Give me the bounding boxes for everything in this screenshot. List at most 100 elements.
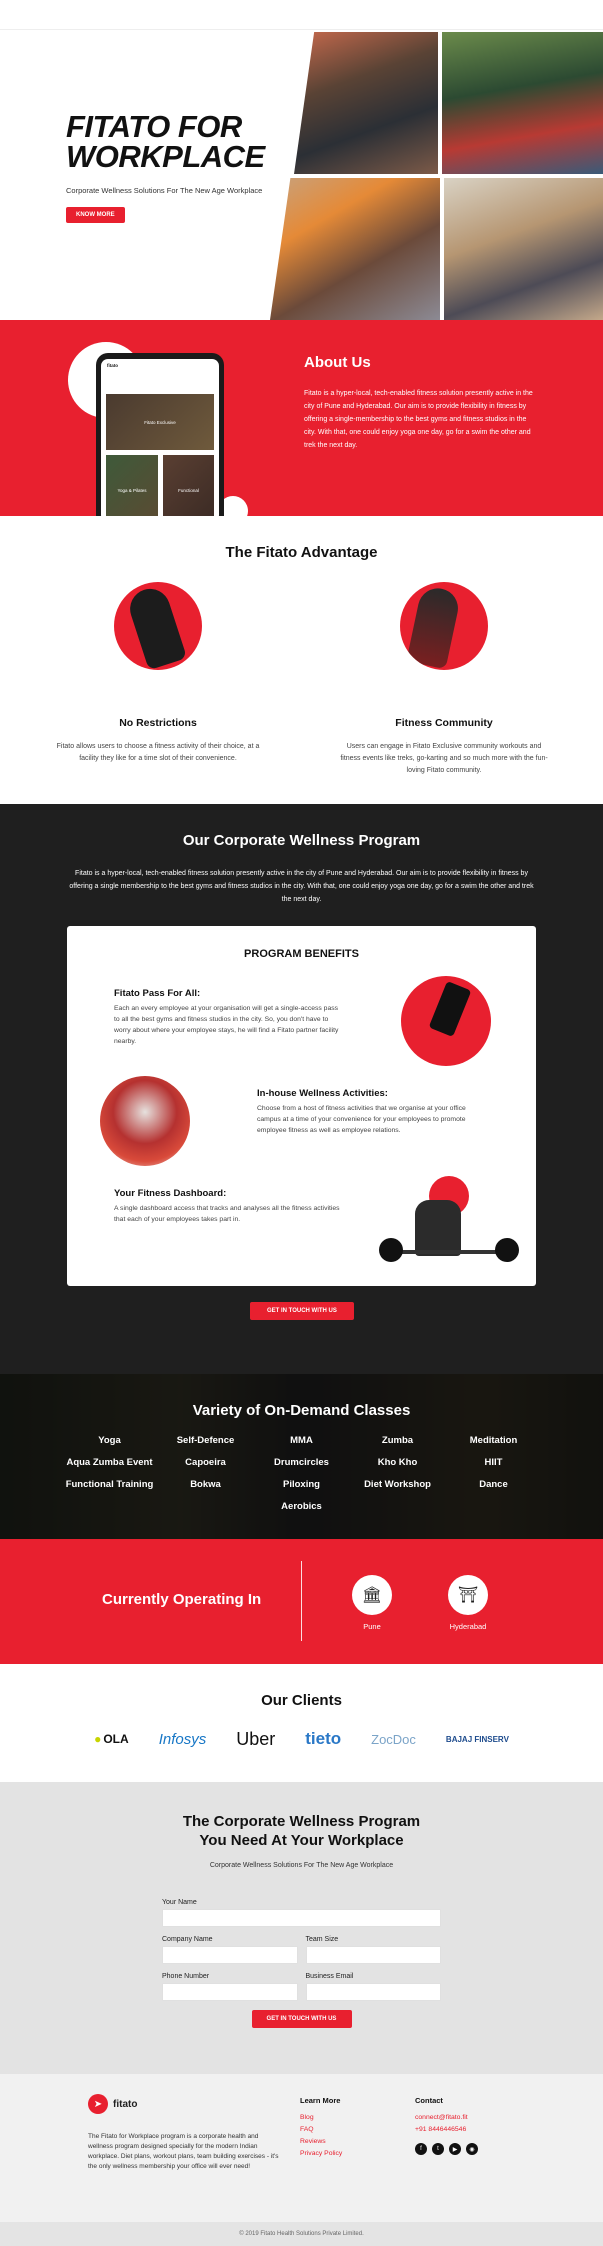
social-links: f t ▶ ◉ — [415, 2143, 478, 2155]
hero-photo-outdoor-workout — [442, 32, 603, 174]
footer-brand[interactable]: ➤ fitato — [88, 2094, 137, 2114]
email-input[interactable] — [305, 1983, 441, 2001]
class-item: Zumba — [381, 1435, 414, 1446]
class-item: Bokwa — [190, 1479, 221, 1490]
phone-card: Fitato Exclusive — [106, 394, 214, 450]
hero-photo-partner-stretch — [270, 178, 440, 320]
classes-title: Variety of On-Demand Classes — [192, 1402, 411, 1419]
class-item: Drumcircles — [274, 1457, 329, 1468]
reviews-link[interactable]: Reviews — [300, 2138, 342, 2145]
benefit-title: Your Fitness Dashboard: — [114, 1188, 227, 1199]
phone-card: Yoga & Pilates — [106, 455, 158, 516]
youtube-icon[interactable]: ▶ — [449, 2143, 461, 2155]
ola-logo: OLA — [94, 1732, 128, 1746]
advantage-item-title: No Restrictions — [119, 717, 197, 729]
class-item: Meditation — [469, 1435, 518, 1446]
team-size-input[interactable] — [305, 1946, 441, 1964]
class-item: Piloxing — [283, 1479, 320, 1490]
benefit-desc: Each an every employee at your organisat… — [114, 1005, 339, 1045]
program-title: Our Corporate Wellness Program — [182, 832, 421, 849]
facebook-icon[interactable]: f — [415, 2143, 427, 2155]
copyright: © 2019 Fitato Health Solutions Private L… — [0, 2222, 603, 2246]
class-item — [62, 1501, 158, 1512]
tieto-logo: tieto — [305, 1729, 342, 1748]
know-more-button[interactable]: KNOW MORE — [66, 207, 125, 223]
phone-mockup: fitato Fitato Exclusive Yoga & Pilates F… — [96, 353, 224, 516]
class-item: Dance — [479, 1479, 508, 1490]
bajaj-finserv-logo: BAJAJ FINSERV — [445, 1734, 509, 1744]
phone-card: Functional — [163, 455, 214, 516]
hero-title: FITATO FOR WORKPLACE — [66, 109, 265, 174]
hero-content: FITATO FOR WORKPLACE Corporate Wellness … — [66, 109, 296, 223]
class-list: Yoga Self-Defence MMA Zumba Meditation A… — [62, 1435, 542, 1512]
instagram-icon[interactable]: ◉ — [466, 2143, 478, 2155]
zocdoc-logo: ZocDoc — [371, 1731, 416, 1747]
operating-section: Currently Operating In 🏛 Pune ⛩ Hyderaba… — [0, 1539, 603, 1664]
phone-label: Phone Number — [162, 1973, 210, 1980]
class-item: Functional Training — [65, 1479, 154, 1490]
group-activity-image — [100, 1076, 190, 1166]
benefit-title: In-house Wellness Activities: — [257, 1088, 388, 1099]
class-item — [158, 1501, 254, 1512]
classes-section: Variety of On-Demand Classes Yoga Self-D… — [0, 1374, 603, 1539]
hero-section: FITATO FOR WORKPLACE Corporate Wellness … — [0, 30, 603, 320]
advantage-item: Fitness Community Users can engage in Fi… — [339, 582, 549, 777]
benefits-title: PROGRAM BENEFITS — [244, 948, 359, 960]
benefit-title: Fitato Pass For All: — [114, 988, 201, 999]
twitter-icon[interactable]: t — [432, 2143, 444, 2155]
landmark-icon: 🏛 — [352, 1575, 392, 1615]
phone-app-logo: fitato — [107, 363, 118, 368]
class-item — [350, 1501, 446, 1512]
corporate-program-section: Our Corporate Wellness Program Fitato is… — [0, 804, 603, 1374]
advantage-item-desc: Fitato allows users to choose a fitness … — [56, 743, 260, 762]
name-input[interactable] — [162, 1909, 441, 1927]
contact-title: Contact — [415, 2096, 443, 2105]
about-title: About Us — [304, 354, 371, 371]
faq-link[interactable]: FAQ — [300, 2126, 342, 2133]
divider — [301, 1561, 302, 1641]
hero-photo-collage — [270, 30, 603, 320]
benefit-item: Fitato Pass For All: Each an every emplo… — [114, 988, 344, 1047]
class-item: Diet Workshop — [364, 1479, 431, 1490]
get-in-touch-button[interactable]: GET IN TOUCH WITH US — [250, 1302, 354, 1320]
client-logos: OLA Infosys Uber tieto ZocDoc BAJAJ FINS… — [0, 1729, 603, 1749]
advantage-item-desc: Users can engage in Fitato Exclusive com… — [340, 743, 548, 774]
phone-input[interactable] — [162, 1983, 298, 2001]
about-content: About Us Fitato is a hyper-local, tech-e… — [304, 354, 536, 452]
contact-email-link[interactable]: connect@fitato.fit — [415, 2114, 478, 2121]
blog-link[interactable]: Blog — [300, 2114, 342, 2121]
submit-button[interactable]: GET IN TOUCH WITH US — [251, 2010, 352, 2028]
contact-phone-link[interactable]: +91 8446446546 — [415, 2126, 478, 2133]
top-bar — [0, 0, 603, 30]
phone-screen: fitato Fitato Exclusive Yoga & Pilates F… — [101, 359, 219, 516]
benefit-item: Your Fitness Dashboard: A single dashboa… — [114, 1188, 344, 1225]
clients-title: Our Clients — [261, 1692, 342, 1709]
contact-form-section: The Corporate Wellness Program You Need … — [0, 1782, 603, 2074]
about-text: Fitato is a hyper-local, tech-enabled fi… — [304, 390, 533, 449]
city-pune: 🏛 Pune — [342, 1575, 402, 1631]
company-input[interactable] — [162, 1946, 298, 1964]
footer-description: The Fitato for Workplace program is a co… — [88, 2133, 279, 2170]
learn-more-title: Learn More — [300, 2096, 341, 2105]
hero-photo-seminar — [444, 178, 603, 320]
form-title: The Corporate Wellness Program You Need … — [182, 1813, 421, 1849]
company-label: Company Name — [162, 1936, 213, 1943]
class-item: Capoeira — [185, 1457, 226, 1468]
class-item: MMA — [290, 1435, 313, 1446]
advantage-section: The Fitato Advantage No Restrictions Fit… — [0, 516, 603, 804]
phone-in-hand-image — [401, 976, 491, 1066]
program-benefits-card: PROGRAM BENEFITS Fitato Pass For All: Ea… — [67, 926, 536, 1286]
infosys-logo: Infosys — [158, 1730, 207, 1748]
footer-brand-name: fitato — [113, 2098, 138, 2110]
fitato-logo-icon: ➤ — [88, 2094, 108, 2114]
advantage-item: No Restrictions Fitato allows users to c… — [53, 582, 263, 765]
name-label: Your Name — [162, 1899, 197, 1906]
contact-form: Your Name Company Name Team Size Phone N… — [162, 1899, 441, 2028]
city-name: Pune — [363, 1622, 381, 1631]
advantage-title: The Fitato Advantage — [225, 544, 378, 561]
privacy-policy-link[interactable]: Privacy Policy — [300, 2150, 342, 2157]
city-name: Hyderabad — [449, 1622, 487, 1631]
benefit-item: In-house Wellness Activities: Choose fro… — [257, 1088, 487, 1136]
team-size-label: Team Size — [305, 1936, 339, 1943]
benefit-desc: Choose from a host of fitness activities… — [257, 1105, 466, 1134]
